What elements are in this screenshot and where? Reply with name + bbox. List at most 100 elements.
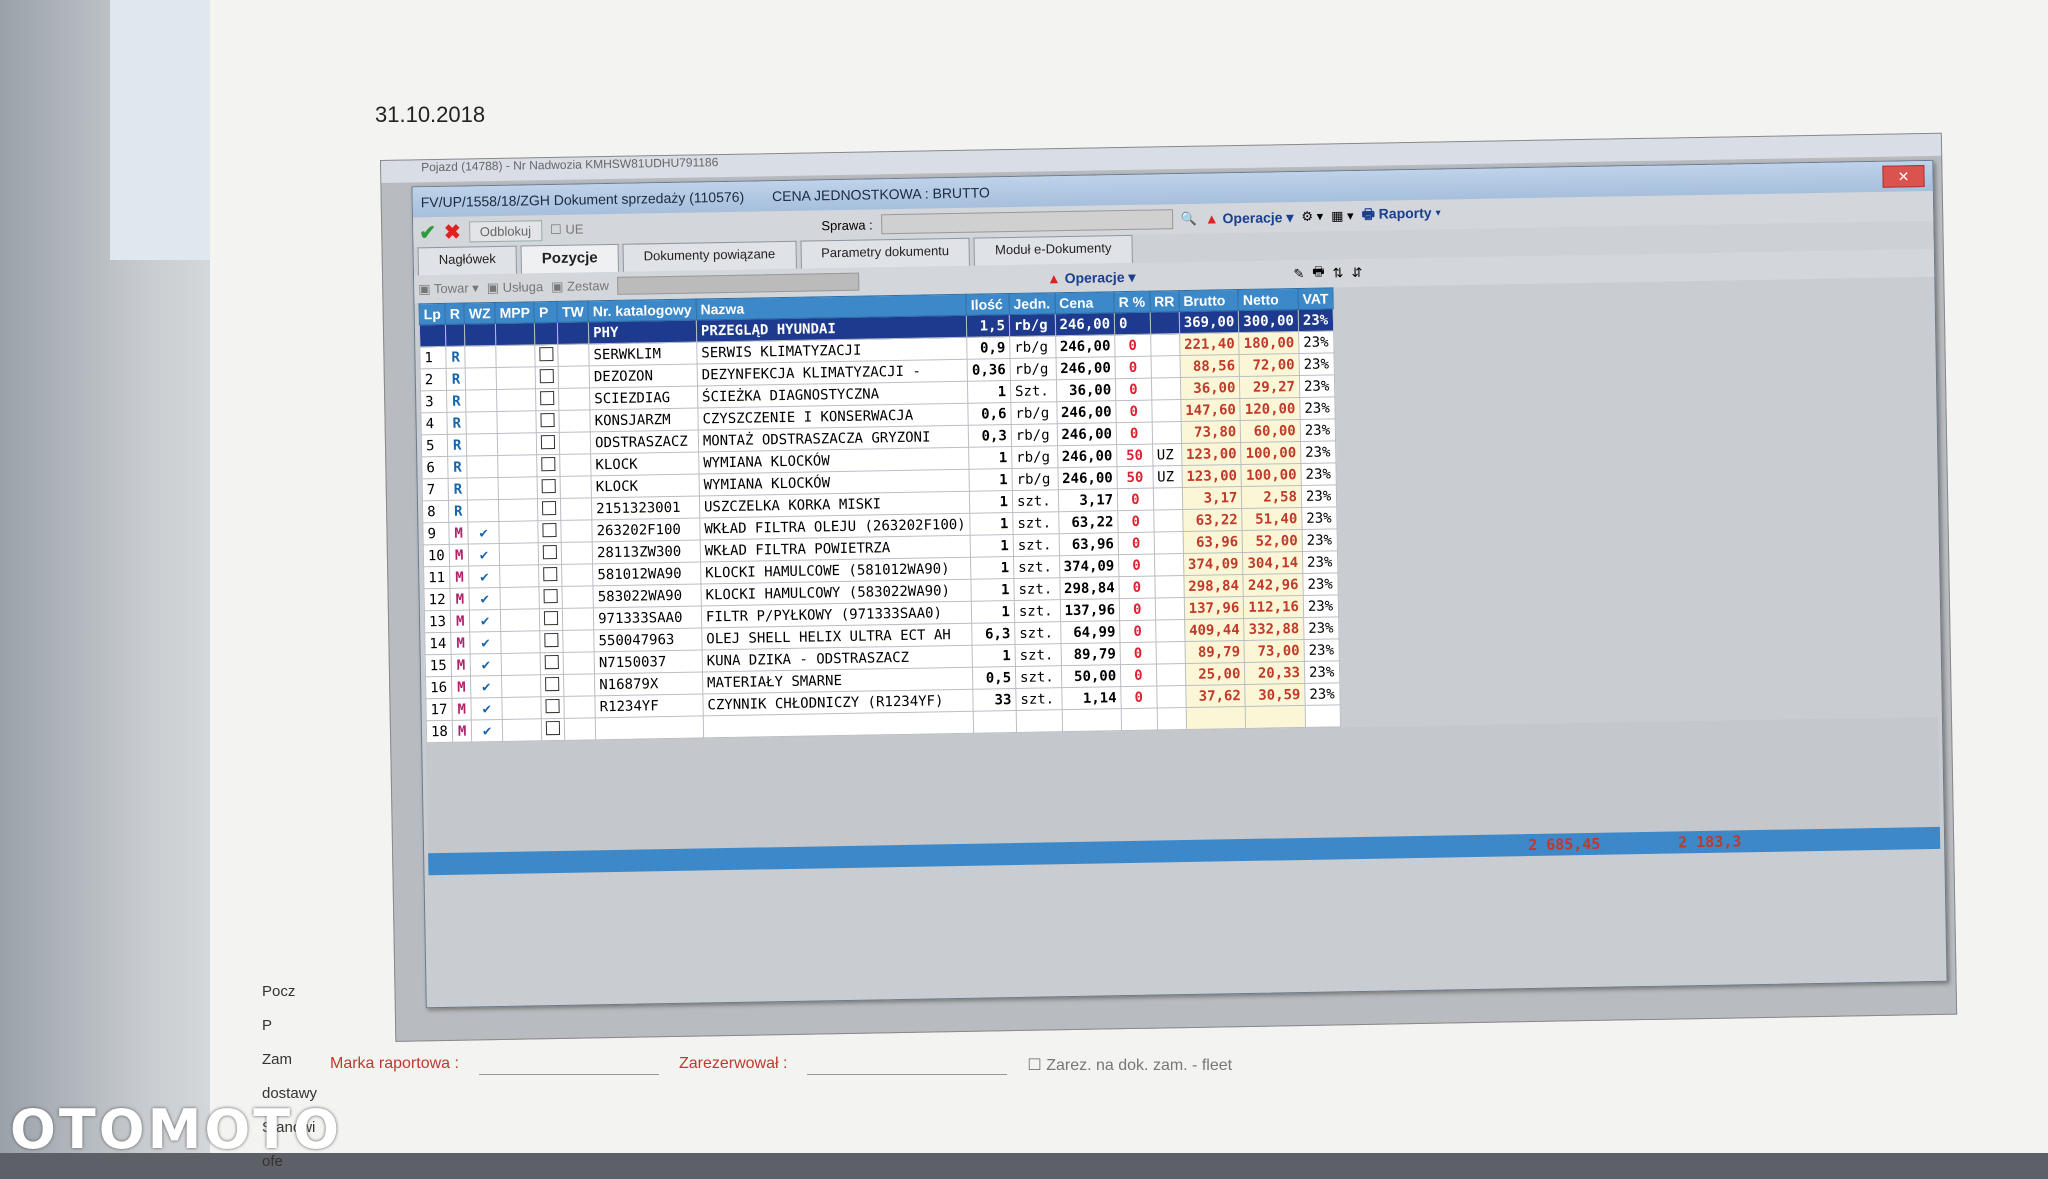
checkbox[interactable]	[540, 368, 555, 383]
p-checkbox-cell[interactable]	[535, 366, 559, 389]
p-checkbox-cell[interactable]	[535, 388, 560, 411]
p-checkbox-cell[interactable]	[540, 630, 564, 653]
sprawa-input[interactable]	[880, 209, 1173, 235]
p-checkbox-cell[interactable]	[541, 696, 565, 719]
checkbox[interactable]	[543, 566, 558, 581]
p-checkbox-cell[interactable]	[536, 432, 561, 455]
sprawa-label: Sprawa :	[821, 216, 873, 233]
checkbox[interactable]	[541, 434, 556, 449]
column-header[interactable]: TW	[557, 300, 589, 323]
p-checkbox-cell[interactable]	[540, 652, 564, 675]
grid-icon[interactable]: ▦ ▾	[1331, 208, 1354, 224]
column-header[interactable]: Ilość	[966, 293, 1010, 316]
p-checkbox-cell[interactable]	[537, 498, 562, 521]
checkbox[interactable]	[546, 720, 561, 735]
p-checkbox-cell[interactable]	[538, 564, 563, 587]
catalog-cell: 583022WA90	[593, 583, 702, 608]
print-icon[interactable]: 🖶	[1312, 263, 1325, 285]
unit-cell: rb/g	[1011, 467, 1058, 491]
checkbox[interactable]	[542, 500, 557, 515]
checkbox[interactable]	[541, 478, 557, 493]
p-checkbox-cell[interactable]	[538, 542, 562, 565]
wz-check-cell: ✔	[469, 609, 501, 633]
checkbox[interactable]	[545, 676, 560, 691]
column-header[interactable]: Brutto	[1178, 289, 1239, 312]
column-header[interactable]: R %	[1114, 291, 1150, 313]
column-header[interactable]: RR	[1149, 290, 1180, 313]
checkbox[interactable]	[539, 346, 554, 361]
tab-parametry-dokumentu[interactable]: Parametry dokumentu	[799, 237, 971, 269]
vat-cell: 23%	[1303, 638, 1340, 662]
operacje-menu-button[interactable]: ▲ Operacje ▾	[1205, 209, 1294, 228]
marka-raportowa-field[interactable]	[478, 1055, 659, 1075]
edit-icon[interactable]: ✎	[1293, 266, 1304, 282]
column-header[interactable]: WZ	[464, 302, 496, 325]
p-checkbox-cell[interactable]	[540, 674, 565, 697]
wz-check-cell	[465, 367, 497, 391]
checkbox[interactable]	[544, 632, 559, 647]
tab-naglowek[interactable]: Nagłówek	[417, 245, 518, 276]
close-button[interactable]: ✕	[1882, 165, 1925, 188]
discount-cell: 0	[1117, 510, 1154, 533]
column-header[interactable]: R	[445, 303, 465, 325]
column-header[interactable]: Cena	[1054, 291, 1115, 314]
column-header[interactable]: VAT	[1297, 287, 1334, 310]
p-checkbox-cell[interactable]	[537, 476, 561, 499]
p-checkbox-cell[interactable]	[539, 608, 564, 631]
p-checkbox-cell[interactable]	[537, 454, 561, 477]
checkbox[interactable]	[543, 544, 558, 559]
mpp-cell	[497, 454, 538, 478]
p-checkbox-cell[interactable]	[541, 718, 566, 741]
unit-cell	[1016, 709, 1063, 733]
tab-dokumenty-powiazane[interactable]: Dokumenty powiązane	[622, 240, 797, 272]
column-header[interactable]: Nr. katalogowy	[588, 299, 697, 322]
column-header[interactable]: Netto	[1238, 288, 1299, 311]
column-header[interactable]: P	[534, 301, 558, 323]
brutto-cell: 374,09	[1183, 552, 1244, 576]
sort-asc-icon[interactable]: ⇅	[1332, 265, 1343, 281]
tab-pozycje[interactable]: Pozycje	[520, 243, 619, 274]
p-checkbox-cell[interactable]	[535, 344, 559, 367]
checkbox[interactable]	[540, 412, 556, 427]
gear-icon[interactable]: ⚙ ▾	[1301, 209, 1323, 225]
column-header[interactable]: MPP	[495, 301, 535, 324]
filter-input[interactable]	[616, 272, 860, 295]
wz-check-cell: ✔	[469, 587, 501, 611]
rr-cell	[1155, 619, 1185, 643]
p-checkbox-cell[interactable]	[538, 520, 562, 543]
p-checkbox-cell[interactable]	[539, 586, 563, 609]
zarezerwowal-field[interactable]	[807, 1055, 1008, 1075]
lp-cell: 17	[425, 698, 453, 721]
column-header[interactable]: Lp	[419, 303, 446, 325]
checkbox[interactable]	[545, 654, 560, 669]
catalog-cell: R1234YF	[594, 693, 704, 718]
rr-cell	[1150, 333, 1180, 357]
search-icon[interactable]: 🔍	[1181, 211, 1197, 227]
row-type-cell: M	[452, 697, 472, 721]
positions-operacje-button[interactable]: ▲ Operacje ▾	[1047, 268, 1136, 287]
raporty-menu-button[interactable]: 🖶 Raporty ▾	[1361, 202, 1441, 227]
row-type-cell: R	[447, 456, 468, 479]
tab-modul-e-dokumenty[interactable]: Moduł e-Dokumenty	[973, 234, 1133, 266]
mpp-cell	[501, 696, 542, 720]
checkbox[interactable]	[544, 610, 559, 625]
cancel-x-icon[interactable]: ✖	[444, 219, 461, 244]
ue-checkbox[interactable]: ☐ UE	[550, 221, 584, 238]
catalog-cell: 28113ZW300	[592, 539, 701, 564]
checkbox[interactable]	[541, 456, 556, 471]
towar-button[interactable]: ▣ Towar ▾	[418, 280, 479, 297]
qty-cell: 0,3	[968, 424, 1012, 448]
checkbox[interactable]	[543, 588, 559, 603]
lp-cell: 4	[420, 412, 448, 435]
checkbox[interactable]	[542, 522, 557, 537]
zarez-fleet-checkbox[interactable]: ☐ Zarez. na dok. zam. - fleet	[1027, 1055, 1232, 1075]
checkbox[interactable]	[545, 698, 561, 713]
usluga-button[interactable]: ▣ Usługa	[487, 279, 544, 296]
zestaw-button[interactable]: ▣ Zestaw	[551, 278, 609, 295]
checkbox[interactable]	[540, 390, 555, 405]
p-checkbox-cell[interactable]	[536, 410, 560, 433]
confirm-check-icon[interactable]: ✔	[419, 220, 436, 245]
column-header[interactable]: Jedn.	[1008, 292, 1055, 315]
unlock-button[interactable]: Odblokuj	[468, 219, 543, 242]
sort-desc-icon[interactable]: ⇵	[1351, 265, 1362, 281]
